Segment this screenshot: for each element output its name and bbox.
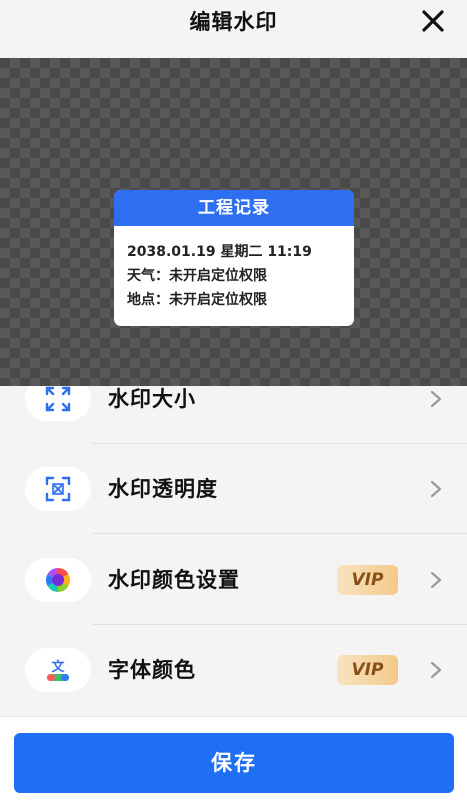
watermark-weather: 天气：未开启定位权限 bbox=[127, 268, 267, 284]
icon-badge bbox=[25, 558, 91, 602]
bottom-bar: 保存 bbox=[0, 716, 467, 804]
color-wheel-icon bbox=[45, 568, 71, 592]
option-label: 水印颜色设置 bbox=[108, 568, 240, 592]
page-title: 编辑水印 bbox=[189, 10, 278, 34]
watermark-datetime: 2038.01.19 星期二 11:19 bbox=[127, 244, 312, 260]
watermark-location: 地点：未开启定位权限 bbox=[127, 292, 267, 308]
opacity-icon bbox=[45, 476, 71, 502]
chevron-right-icon bbox=[430, 390, 442, 408]
chevron-right-icon bbox=[430, 480, 442, 498]
option-label: 水印透明度 bbox=[108, 477, 218, 501]
option-opacity[interactable]: 水印透明度 bbox=[0, 444, 467, 534]
vip-badge: VIP bbox=[337, 565, 398, 595]
option-color[interactable]: 水印颜色设置 VIP bbox=[0, 535, 467, 625]
watermark-title: 工程记录 bbox=[114, 190, 354, 226]
settings-list: 水印大小 水印透明度 水印颜色设置 VIP 文 字体颜色 VIP bbox=[0, 377, 467, 716]
font-color-icon: 文 bbox=[47, 659, 69, 681]
svg-text:文: 文 bbox=[51, 659, 65, 675]
resize-icon bbox=[45, 386, 71, 412]
option-font-color[interactable]: 文 字体颜色 VIP bbox=[0, 625, 467, 715]
save-button[interactable]: 保存 bbox=[14, 733, 454, 793]
vip-badge: VIP bbox=[337, 655, 398, 685]
top-bar: 编辑水印 bbox=[0, 0, 467, 58]
option-label: 字体颜色 bbox=[108, 658, 196, 682]
watermark-card-overlay[interactable]: 工程记录 2038.01.19 星期二 11:19 天气：未开启定位权限 地点：… bbox=[114, 190, 354, 326]
chevron-right-icon bbox=[430, 571, 442, 589]
icon-badge: 文 bbox=[25, 648, 91, 692]
chevron-right-icon bbox=[430, 661, 442, 679]
divider bbox=[92, 533, 467, 534]
close-icon[interactable] bbox=[421, 9, 445, 33]
icon-badge bbox=[25, 467, 91, 511]
